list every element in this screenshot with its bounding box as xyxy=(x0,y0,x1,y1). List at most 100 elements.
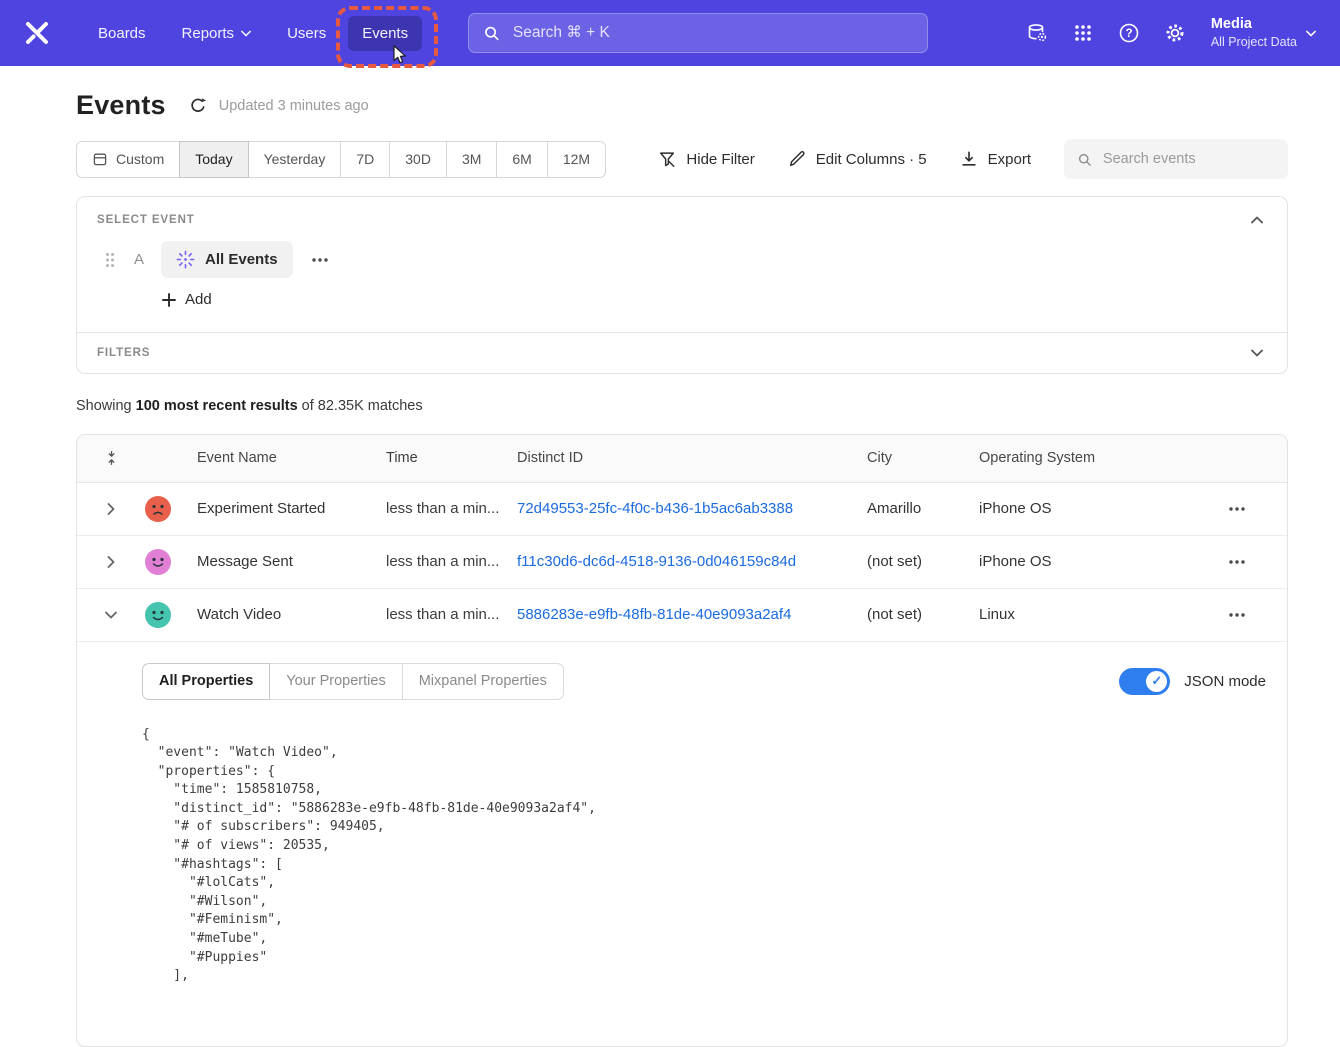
distinct-id-link[interactable]: 5886283e-e9fb-48fb-81de-40e9093a2af4 xyxy=(517,606,791,623)
edit-columns-button[interactable]: Edit Columns · 5 xyxy=(788,150,927,168)
date-button-6m[interactable]: 6M xyxy=(496,141,547,178)
filters-section[interactable]: FILTERS xyxy=(77,332,1287,373)
data-management-icon xyxy=(1026,22,1048,44)
table-row[interactable]: Message Sent less than a min... f11c30d6… xyxy=(77,536,1287,589)
date-button-12m[interactable]: 12M xyxy=(547,141,606,178)
event-clause-row: A All Events xyxy=(97,241,1267,278)
toolbar: Custom Today Yesterday 7D 30D 3M 6M 12M … xyxy=(76,139,1288,179)
tab-mixpanel-properties[interactable]: Mixpanel Properties xyxy=(402,663,564,700)
results-prefix: Showing xyxy=(76,398,136,414)
expand-row-button[interactable] xyxy=(103,499,119,519)
table-row[interactable]: Watch Video less than a min... 5886283e-… xyxy=(77,589,1287,642)
select-event-title: SELECT EVENT xyxy=(97,214,195,226)
json-mode-toggle[interactable]: ✓ xyxy=(1119,668,1170,695)
top-navbar: Boards Reports Users Events xyxy=(0,0,1340,66)
table-row[interactable]: Experiment Started less than a min... 72… xyxy=(77,483,1287,536)
calendar-icon xyxy=(92,151,108,167)
distinct-id-link[interactable]: f11c30d6-dc6d-4518-9136-0d046159c84d xyxy=(517,553,796,570)
page-title: Events xyxy=(76,90,166,121)
json-mode-label: JSON mode xyxy=(1184,673,1266,690)
cell-event-name: Message Sent xyxy=(197,553,386,570)
query-builder-card: SELECT EVENT A xyxy=(76,196,1288,374)
distinct-id-link[interactable]: 72d49553-25fc-4f0c-b436-1b5ac6ab3388 xyxy=(517,500,793,517)
column-header-distinct-id[interactable]: Distinct ID xyxy=(517,450,867,466)
search-icon xyxy=(1077,151,1092,168)
date-button-custom[interactable]: Custom xyxy=(76,141,180,178)
collapse-all-rows-button[interactable] xyxy=(104,449,119,467)
apps-grid-icon xyxy=(1073,23,1093,43)
column-header-event-name[interactable]: Event Name xyxy=(197,450,386,466)
column-header-city[interactable]: City xyxy=(867,450,979,466)
updated-timestamp: Updated 3 minutes ago xyxy=(219,98,369,114)
filters-title: FILTERS xyxy=(97,347,150,359)
date-button-3m[interactable]: 3M xyxy=(446,141,497,178)
date-button-30d[interactable]: 30D xyxy=(389,141,447,178)
expand-row-button[interactable] xyxy=(103,552,119,572)
refresh-icon xyxy=(189,97,207,115)
clause-letter: A xyxy=(134,251,144,268)
nav-item-boards[interactable]: Boards xyxy=(84,16,160,51)
event-selector-chip[interactable]: All Events xyxy=(161,241,293,278)
edit-columns-label: Edit Columns · 5 xyxy=(816,151,927,168)
export-button[interactable]: Export xyxy=(960,150,1031,168)
more-icon xyxy=(1229,613,1245,617)
data-management-button[interactable] xyxy=(1019,15,1055,51)
global-search-input[interactable] xyxy=(511,23,913,43)
mixpanel-logo[interactable] xyxy=(20,16,54,50)
pencil-icon xyxy=(788,150,806,168)
add-event-button[interactable]: Add xyxy=(162,291,212,308)
events-table: Event Name Time Distinct ID City Operati… xyxy=(76,434,1288,1047)
date-button-7d[interactable]: 7D xyxy=(340,141,390,178)
results-suffix: of 82.35K matches xyxy=(298,398,423,414)
global-search[interactable] xyxy=(468,13,928,53)
hide-filter-button[interactable]: Hide Filter xyxy=(658,150,754,168)
project-name: Media xyxy=(1211,15,1297,35)
apps-grid-button[interactable] xyxy=(1065,15,1101,51)
cell-city: (not set) xyxy=(867,553,979,570)
main-content: Events Updated 3 minutes ago Custom Toda… xyxy=(0,66,1340,1047)
row-actions-button[interactable] xyxy=(1223,501,1251,517)
avatar xyxy=(145,602,171,628)
cell-os: iPhone OS xyxy=(979,500,1186,517)
project-text: Media All Project Data xyxy=(1211,15,1297,51)
collapse-section-button[interactable] xyxy=(1247,212,1267,228)
search-events-box[interactable] xyxy=(1064,139,1288,179)
clause-more-button[interactable] xyxy=(306,252,334,268)
chevron-up-icon xyxy=(1251,216,1263,224)
toggle-check-icon: ✓ xyxy=(1146,671,1167,692)
cell-time: less than a min... xyxy=(386,606,517,623)
project-subtitle: All Project Data xyxy=(1211,34,1297,51)
tab-all-properties[interactable]: All Properties xyxy=(142,663,270,700)
drag-handle-icon[interactable] xyxy=(105,252,115,268)
help-button[interactable]: ? xyxy=(1111,15,1147,51)
nav-item-users[interactable]: Users xyxy=(273,16,340,51)
nav-item-events[interactable]: Events xyxy=(348,16,422,51)
chevron-down-icon xyxy=(1306,30,1316,37)
project-selector[interactable]: Media All Project Data xyxy=(1211,15,1316,51)
cell-city: Amarillo xyxy=(867,500,979,517)
collapse-row-button[interactable] xyxy=(101,607,121,623)
date-button-custom-label: Custom xyxy=(116,151,164,167)
expand-filters-button[interactable] xyxy=(1247,345,1267,361)
refresh-button[interactable] xyxy=(189,97,207,115)
chevron-down-icon xyxy=(241,30,251,37)
tab-your-properties[interactable]: Your Properties xyxy=(269,663,402,700)
properties-tabs: All Properties Your Properties Mixpanel … xyxy=(142,663,564,700)
nav-item-reports[interactable]: Reports xyxy=(168,16,266,51)
chevron-down-icon xyxy=(105,611,117,619)
date-button-yesterday[interactable]: Yesterday xyxy=(248,141,342,178)
mixpanel-logo-icon xyxy=(24,20,50,46)
column-header-os[interactable]: Operating System xyxy=(979,450,1186,466)
row-actions-button[interactable] xyxy=(1223,554,1251,570)
gear-icon xyxy=(1164,22,1186,44)
search-events-input[interactable] xyxy=(1101,150,1275,168)
cell-event-name: Experiment Started xyxy=(197,500,386,517)
more-icon xyxy=(1229,507,1245,511)
download-icon xyxy=(960,150,978,168)
date-button-today[interactable]: Today xyxy=(179,141,248,178)
chevron-right-icon xyxy=(107,556,115,568)
json-mode-control: ✓ JSON mode xyxy=(1119,668,1266,695)
settings-button[interactable] xyxy=(1157,15,1193,51)
column-header-time[interactable]: Time xyxy=(386,450,517,466)
row-actions-button[interactable] xyxy=(1223,607,1251,623)
